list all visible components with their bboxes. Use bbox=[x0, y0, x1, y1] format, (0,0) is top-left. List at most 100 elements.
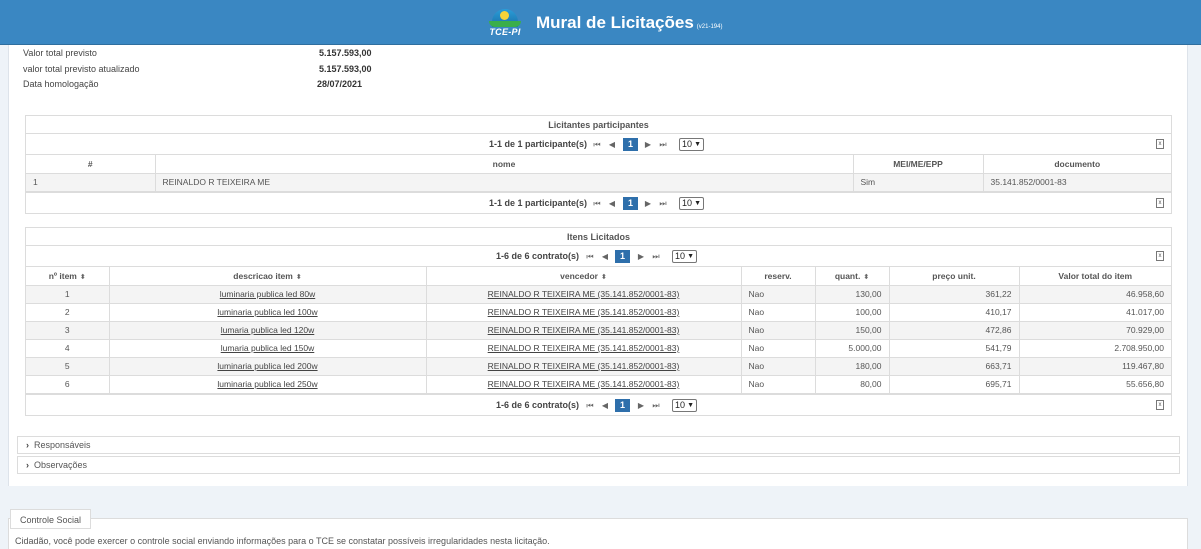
controle-social-tab[interactable]: Controle Social bbox=[10, 509, 92, 529]
table-row: 1 luminaria publica led 80w REINALDO R TEI… bbox=[26, 285, 1171, 304]
col-header-descricao[interactable]: descricao item ⬍ bbox=[109, 267, 427, 286]
cell-vencedor: REINALDO R TEIXEIRA ME (35.141.852/0001-… bbox=[426, 285, 742, 304]
cell-descricao: luminaria publica led 80w bbox=[109, 285, 427, 304]
export-excel-icon[interactable]: x bbox=[1156, 251, 1164, 261]
licitantes-table: # nome MEI/ME/EPP documento 1 REINALDO R… bbox=[26, 155, 1171, 192]
sort-icon[interactable]: ⬍ bbox=[863, 274, 869, 281]
item-description-link[interactable]: luminaria publica led 250w bbox=[217, 379, 317, 389]
info-value-valor-total: 5.157.593,00 bbox=[319, 48, 372, 58]
cell-preco-unit: 410,17 bbox=[889, 303, 1020, 322]
table-row: 3 lumaria publica led 120w REINALDO R TEIX… bbox=[26, 321, 1171, 340]
last-page-icon[interactable]: ⏭ bbox=[651, 251, 661, 262]
responsaveis-toggle[interactable]: › Responsáveis bbox=[17, 436, 1180, 454]
cell-item: 6 bbox=[26, 375, 110, 394]
sort-icon[interactable]: ⬍ bbox=[601, 274, 607, 281]
sort-icon[interactable]: ⬍ bbox=[296, 274, 302, 281]
col-header-vencedor[interactable]: vencedor ⬍ bbox=[426, 267, 742, 286]
prev-page-icon[interactable]: ◀ bbox=[607, 139, 617, 150]
winner-link[interactable]: REINALDO R TEIXEIRA ME (35.141.852/0001-… bbox=[488, 361, 680, 371]
item-description-link[interactable]: luminaria publica led 200w bbox=[217, 361, 317, 371]
page-size-select[interactable]: 10 ▼ bbox=[672, 250, 697, 263]
winner-link[interactable]: REINALDO R TEIXEIRA ME (35.141.852/0001-… bbox=[488, 307, 680, 317]
pager-info: 1-6 de 6 contrato(s) bbox=[496, 399, 580, 410]
cell-quant: 130,00 bbox=[815, 285, 890, 304]
app-title: Mural de Licitações bbox=[536, 13, 694, 32]
info-value-valor-atualizado: 5.157.593,00 bbox=[319, 64, 372, 74]
page-number-button[interactable]: 1 bbox=[615, 250, 630, 263]
last-page-icon[interactable]: ⏭ bbox=[658, 198, 668, 209]
observacoes-toggle[interactable]: › Observações bbox=[17, 456, 1180, 474]
cell-valor-total: 41.017,00 bbox=[1019, 303, 1171, 322]
cell-valor-total: 119.467,80 bbox=[1019, 357, 1171, 376]
export-excel-icon[interactable]: x bbox=[1156, 139, 1164, 149]
pager-info: 1-6 de 6 contrato(s) bbox=[496, 251, 580, 261]
prev-page-icon[interactable]: ◀ bbox=[600, 400, 610, 411]
itens-title: Itens Licitados bbox=[26, 228, 1171, 246]
col-header-valor-total: Valor total do item bbox=[1019, 267, 1171, 286]
cell-preco-unit: 361,22 bbox=[889, 285, 1020, 304]
cell-quant: 5.000,00 bbox=[815, 339, 890, 358]
page-number-button[interactable]: 1 bbox=[623, 196, 638, 210]
cell-nome: REINALDO R TEIXEIRA ME bbox=[155, 173, 854, 192]
page-number-button[interactable]: 1 bbox=[623, 138, 638, 151]
table-row: 2 luminaria publica led 100w REINALDO R TE… bbox=[26, 303, 1171, 322]
licitantes-pager-bottom: 1-1 de 1 participante(s) ⏮ ◀ 1 ▶ ⏭ 10 ▼ x bbox=[26, 191, 1171, 213]
winner-link[interactable]: REINALDO R TEIXEIRA ME (35.141.852/0001-… bbox=[488, 325, 680, 335]
item-description-link[interactable]: lumaria publica led 120w bbox=[221, 325, 315, 335]
cell-reserv: Nao bbox=[741, 303, 816, 322]
first-page-icon[interactable]: ⏮ bbox=[592, 198, 602, 209]
chevron-right-icon: › bbox=[26, 440, 29, 450]
col-header-preco-unit: preço unit. bbox=[889, 267, 1020, 286]
next-page-icon[interactable]: ▶ bbox=[636, 251, 646, 262]
cell-quant: 150,00 bbox=[815, 321, 890, 340]
winner-link[interactable]: REINALDO R TEIXEIRA ME (35.141.852/0001-… bbox=[488, 289, 680, 299]
first-page-icon[interactable]: ⏮ bbox=[592, 139, 602, 150]
brand[interactable]: TCE-PI Mural de Licitações (v21-194) bbox=[486, 6, 722, 40]
observacoes-label: Observações bbox=[34, 460, 88, 470]
export-excel-icon[interactable]: x bbox=[1156, 197, 1164, 208]
col-header-item[interactable]: nº item ⬍ bbox=[26, 267, 110, 286]
cell-vencedor: REINALDO R TEIXEIRA ME (35.141.852/0001-… bbox=[426, 375, 742, 394]
winner-link[interactable]: REINALDO R TEIXEIRA ME (35.141.852/0001-… bbox=[488, 343, 680, 353]
cell-preco-unit: 541,79 bbox=[889, 339, 1020, 358]
itens-table: nº item ⬍ descricao item ⬍ vencedor ⬍ reser… bbox=[26, 267, 1171, 394]
cell-descricao: lumaria publica led 150w bbox=[109, 339, 427, 358]
col-header-quant[interactable]: quant. ⬍ bbox=[815, 267, 890, 286]
cell-descricao: luminaria publica led 250w bbox=[109, 375, 427, 394]
page-size-select[interactable]: 10 ▼ bbox=[679, 138, 704, 151]
next-page-icon[interactable]: ▶ bbox=[636, 400, 646, 411]
table-row: 4 lumaria publica led 150w REINALDO R TEIX… bbox=[26, 339, 1171, 358]
next-page-icon[interactable]: ▶ bbox=[643, 139, 653, 150]
export-excel-icon[interactable]: x bbox=[1156, 399, 1164, 410]
cell-item: 4 bbox=[26, 339, 110, 358]
col-header-mei: MEI/ME/EPP bbox=[853, 155, 984, 174]
itens-pager-bottom: 1-6 de 6 contrato(s) ⏮ ◀ 1 ▶ ⏭ 10 ▼ x bbox=[26, 393, 1171, 415]
first-page-icon[interactable]: ⏮ bbox=[585, 400, 595, 411]
item-description-link[interactable]: lumaria publica led 150w bbox=[221, 343, 315, 353]
licitantes-pager-top: 1-1 de 1 participante(s) ⏮ ◀ 1 ▶ ⏭ 10 ▼ x bbox=[26, 134, 1171, 155]
last-page-icon[interactable]: ⏭ bbox=[658, 139, 668, 150]
item-description-link[interactable]: luminaria publica led 80w bbox=[220, 289, 315, 299]
info-label-valor-total: Valor total previsto bbox=[23, 48, 97, 58]
cell-item: 2 bbox=[26, 303, 110, 322]
prev-page-icon[interactable]: ◀ bbox=[607, 198, 617, 209]
info-label-valor-atualizado: valor total previsto atualizado bbox=[23, 64, 140, 74]
first-page-icon[interactable]: ⏮ bbox=[585, 251, 595, 262]
licitantes-box: Licitantes participantes 1-1 de 1 partic… bbox=[25, 115, 1172, 214]
page-number-button[interactable]: 1 bbox=[615, 398, 630, 412]
cell-quant: 100,00 bbox=[815, 303, 890, 322]
next-page-icon[interactable]: ▶ bbox=[643, 198, 653, 209]
last-page-icon[interactable]: ⏭ bbox=[651, 400, 661, 411]
cell-descricao: luminaria publica led 100w bbox=[109, 303, 427, 322]
licitantes-title: Licitantes participantes bbox=[26, 116, 1171, 134]
page-size-select[interactable]: 10 ▼ bbox=[679, 196, 704, 210]
item-description-link[interactable]: luminaria publica led 100w bbox=[217, 307, 317, 317]
cell-item: 1 bbox=[26, 285, 110, 304]
sort-icon[interactable]: ⬍ bbox=[80, 274, 86, 281]
prev-page-icon[interactable]: ◀ bbox=[600, 251, 610, 262]
cell-valor-total: 55.656,80 bbox=[1019, 375, 1171, 394]
col-header-nome: nome bbox=[155, 155, 854, 174]
page-size-select[interactable]: 10 ▼ bbox=[672, 398, 697, 412]
winner-link[interactable]: REINALDO R TEIXEIRA ME (35.141.852/0001-… bbox=[488, 379, 680, 389]
responsaveis-label: Responsáveis bbox=[34, 440, 91, 450]
